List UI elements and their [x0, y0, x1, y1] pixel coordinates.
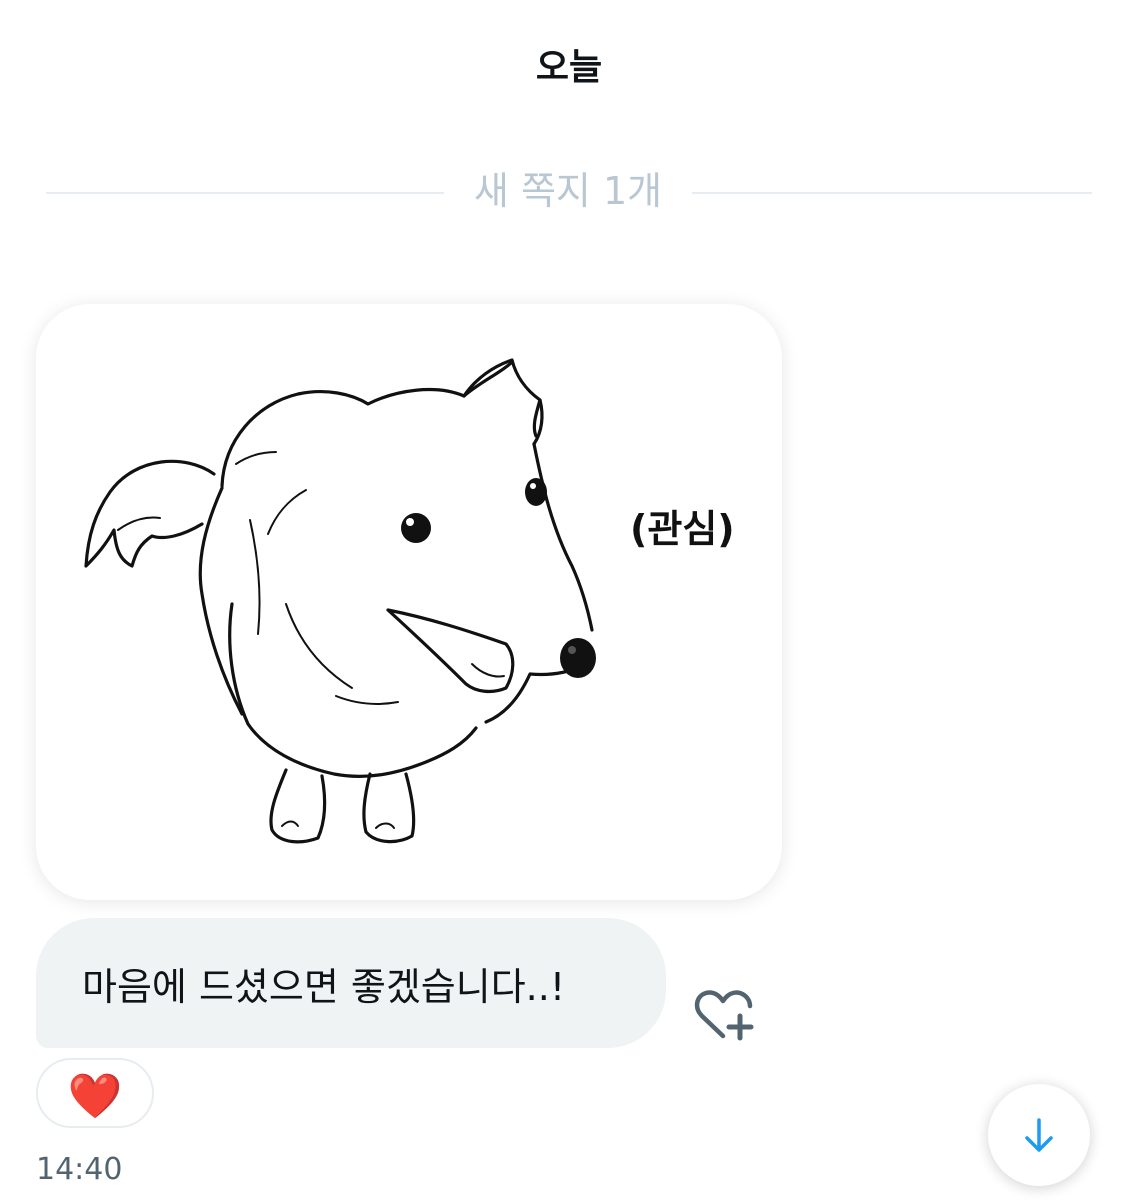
arrow-down-icon	[1025, 1118, 1053, 1152]
new-message-divider: 새 쪽지 1개	[46, 158, 1092, 214]
message-text: 마음에 드셨으면 좋겠습니다..!	[82, 965, 566, 1009]
date-header: 오늘	[535, 47, 603, 88]
divider-line-right	[692, 192, 1092, 194]
image-caption: (관심)	[630, 507, 735, 551]
message-timestamp: 14:40	[36, 1152, 123, 1187]
scroll-down-button[interactable]	[988, 1084, 1090, 1186]
dog-illustration	[84, 358, 596, 844]
heart-plus-icon[interactable]	[690, 986, 760, 1046]
heart-emoji-icon: ❤️	[67, 1071, 123, 1122]
message-bubble[interactable]: 마음에 드셨으면 좋겠습니다..!	[36, 918, 666, 1048]
image-message[interactable]: (관심)	[36, 304, 782, 900]
divider-line-left	[46, 192, 444, 194]
reaction-pill[interactable]: ❤️	[36, 1058, 154, 1128]
new-message-label: 새 쪽지 1개	[473, 169, 663, 213]
